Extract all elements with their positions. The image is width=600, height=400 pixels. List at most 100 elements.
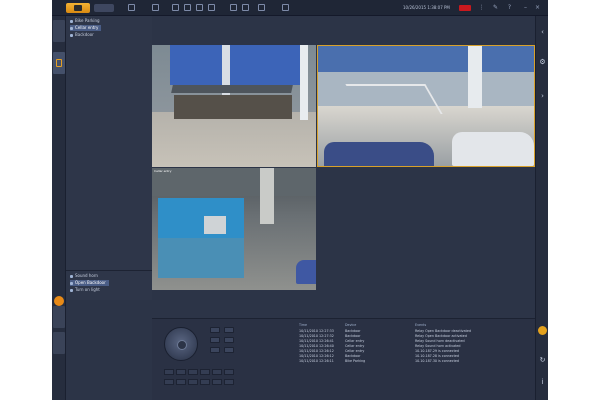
camera-select-icon[interactable] bbox=[242, 4, 249, 11]
camera-logo-button[interactable] bbox=[66, 3, 90, 13]
iris-open-button[interactable] bbox=[210, 347, 220, 353]
iris-close-button[interactable] bbox=[224, 347, 234, 353]
event-time: 10/11/2010 12:26:12 bbox=[299, 354, 334, 358]
preset-button[interactable] bbox=[224, 379, 234, 385]
info-icon[interactable]: i bbox=[538, 378, 547, 387]
camera-icon bbox=[70, 19, 73, 23]
top-toolbar: 10/26/2015 1:38:07 PM ⋮ ✎ ? – × bbox=[52, 0, 548, 16]
camera-view-2[interactable] bbox=[317, 45, 535, 167]
event-time: 10/11/2010 12:26:41 bbox=[299, 339, 334, 343]
building-pillar bbox=[468, 46, 482, 108]
camera-view-1[interactable] bbox=[152, 45, 316, 167]
alarm-icon[interactable] bbox=[538, 326, 547, 335]
event-text: Relay Sound horn activated bbox=[415, 344, 461, 348]
tree-item-label: Backdoor bbox=[75, 32, 94, 37]
event-text: 10.10.187.28 is connected bbox=[415, 354, 460, 358]
table-row[interactable]: 10/11/2010 12:26:11 Bike Parking 10.10.187… bbox=[297, 359, 535, 364]
column-header-events[interactable]: Events bbox=[415, 323, 426, 327]
relay-icon[interactable] bbox=[54, 296, 64, 306]
event-device: Backdoor bbox=[345, 354, 361, 358]
layout-many-icon[interactable] bbox=[208, 4, 215, 11]
pin-icon[interactable] bbox=[230, 4, 237, 11]
relay-item-label: Turn on light bbox=[75, 287, 100, 292]
minimize-icon[interactable]: – bbox=[522, 4, 529, 11]
relay-dot-icon bbox=[70, 281, 73, 285]
relay-item-label: Sound horn bbox=[75, 273, 98, 278]
tab-collapse[interactable] bbox=[53, 20, 65, 42]
tab-tools[interactable] bbox=[53, 332, 65, 354]
stair-railing bbox=[345, 84, 443, 114]
relay-dot-icon bbox=[70, 288, 73, 292]
preset-button[interactable] bbox=[164, 369, 174, 375]
edit-icon[interactable]: ✎ bbox=[492, 4, 499, 11]
layout-wide-icon[interactable] bbox=[196, 4, 203, 11]
preset-button[interactable] bbox=[176, 379, 186, 385]
event-text: Relay Open Backdoor deactivated bbox=[415, 329, 472, 333]
ptz-center[interactable] bbox=[177, 340, 187, 350]
preset-button[interactable] bbox=[224, 369, 234, 375]
shelter-roof bbox=[171, 85, 293, 93]
layout-single-icon[interactable] bbox=[152, 4, 159, 11]
relay-item-sound-horn[interactable]: Sound horn bbox=[70, 273, 98, 279]
check-icon[interactable] bbox=[128, 4, 135, 11]
close-icon[interactable]: × bbox=[534, 4, 541, 11]
event-time: 10/11/2010 12:27:33 bbox=[299, 329, 334, 333]
relay-dot-icon bbox=[70, 274, 73, 278]
device-tree-panel: Bike Parking Cellar entry Backdoor bbox=[66, 16, 152, 270]
tree-item-bike-parking[interactable]: Bike Parking bbox=[70, 18, 100, 24]
blue-wall bbox=[158, 198, 244, 238]
tab-ptz[interactable] bbox=[53, 306, 65, 328]
event-time: 10/11/2010 12:26:40 bbox=[299, 344, 334, 348]
building-pillar bbox=[300, 45, 308, 120]
event-device: Bike Parking bbox=[345, 359, 366, 363]
preset-button[interactable] bbox=[176, 369, 186, 375]
preset-button[interactable] bbox=[212, 379, 222, 385]
event-text: Relay Sound horn deactivated bbox=[415, 339, 465, 343]
parked-car bbox=[324, 142, 434, 166]
device-tree-icon bbox=[56, 59, 62, 67]
zoom-out-button[interactable] bbox=[224, 327, 234, 333]
fullscreen-icon[interactable] bbox=[258, 4, 265, 11]
column-header-time[interactable]: Time bbox=[299, 323, 307, 327]
ptz-joystick[interactable] bbox=[164, 327, 198, 361]
event-device: Cellar entry bbox=[345, 349, 365, 353]
record-indicator[interactable] bbox=[459, 5, 471, 11]
relay-item-open-backdoor[interactable]: Open Backdoor bbox=[70, 280, 109, 286]
event-time: 10/11/2010 12:26:12 bbox=[299, 349, 334, 353]
relay-item-turn-on-light[interactable]: Turn on light bbox=[70, 287, 100, 293]
preset-button[interactable] bbox=[188, 369, 198, 375]
focus-far-button[interactable] bbox=[224, 337, 234, 343]
preset-button[interactable] bbox=[200, 369, 210, 375]
preset-button[interactable] bbox=[200, 379, 210, 385]
camera-view-3[interactable]: Cellar entry bbox=[152, 168, 316, 290]
event-text: Relay Open Backdoor activated bbox=[415, 334, 467, 338]
user-icon[interactable]: ⋮ bbox=[478, 4, 485, 11]
tree-item-cellar-entry[interactable]: Cellar entry bbox=[70, 25, 102, 31]
bike-shelter bbox=[174, 95, 292, 119]
chevron-right-icon[interactable]: › bbox=[538, 92, 547, 101]
refresh-icon[interactable]: ↻ bbox=[538, 356, 547, 365]
column-header-device[interactable]: Device bbox=[345, 323, 356, 327]
parked-car bbox=[296, 260, 316, 284]
preset-button[interactable] bbox=[188, 379, 198, 385]
event-device: Backdoor bbox=[345, 334, 361, 338]
event-device: Cellar entry bbox=[345, 339, 365, 343]
zoom-in-button[interactable] bbox=[210, 327, 220, 333]
preset-button[interactable] bbox=[212, 369, 222, 375]
camera-label: Cellar entry bbox=[154, 169, 172, 173]
building-facade bbox=[170, 45, 300, 85]
tree-item-backdoor[interactable]: Backdoor bbox=[70, 32, 94, 38]
focus-near-button[interactable] bbox=[210, 337, 220, 343]
help-icon[interactable]: ? bbox=[506, 4, 513, 11]
datetime-display: 10/26/2015 1:38:07 PM bbox=[403, 5, 450, 10]
view-mode-button[interactable] bbox=[94, 4, 114, 12]
playback-icon[interactable] bbox=[282, 4, 289, 11]
tree-item-label: Bike Parking bbox=[75, 18, 100, 23]
tab-devices[interactable] bbox=[53, 52, 65, 74]
settings-icon[interactable]: ⚙ bbox=[538, 58, 547, 67]
expand-icon[interactable]: ‹ bbox=[538, 28, 547, 37]
layout-grid-icon[interactable] bbox=[184, 4, 191, 11]
preset-button[interactable] bbox=[164, 379, 174, 385]
event-time: 10/11/2010 12:27:32 bbox=[299, 334, 334, 338]
layout-quad-icon[interactable] bbox=[172, 4, 179, 11]
